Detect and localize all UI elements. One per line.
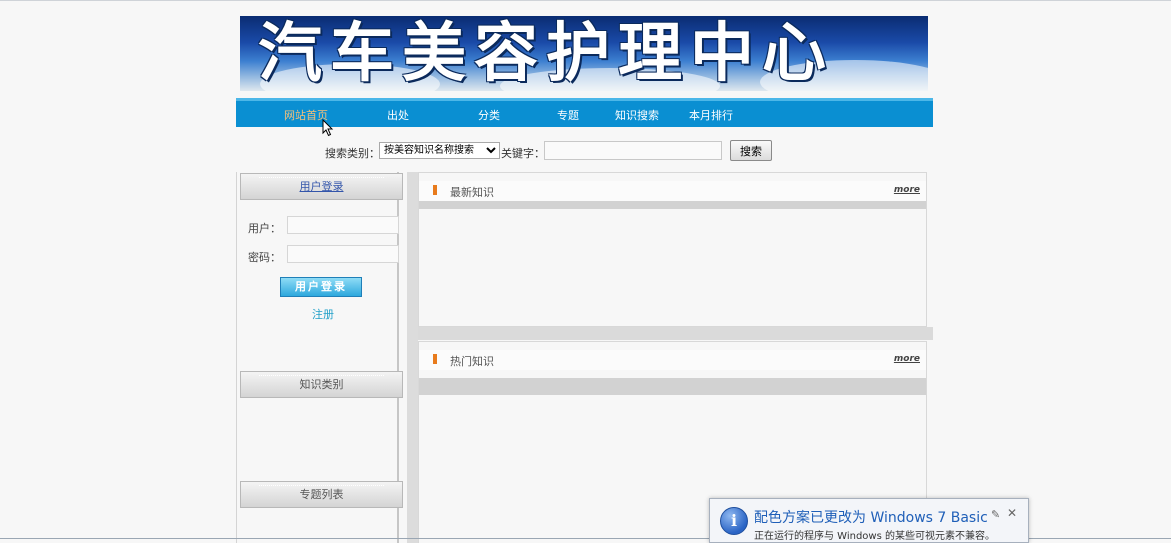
windows-notification[interactable]: i 配色方案已更改为 Windows 7 Basic 正在运行的程序与 Wind… <box>709 498 1029 543</box>
info-icon: i <box>720 507 748 535</box>
keyword-input[interactable] <box>544 141 722 160</box>
header-decoration <box>259 177 384 181</box>
search-bar: 搜索类别： 按美容知识名称搜索 关键字： 搜索 <box>0 140 1171 162</box>
notification-title[interactable]: 配色方案已更改为 Windows 7 Basic <box>754 507 988 527</box>
accent-bar-icon <box>433 354 437 364</box>
site-banner: 汽车美容护理中心 <box>240 16 928 91</box>
hot-knowledge-title: 热门知识 <box>450 355 494 368</box>
nav-item-source[interactable]: 出处 <box>387 107 409 123</box>
username-label: 用户： <box>248 222 281 235</box>
hot-knowledge-header: 热门知识 more <box>419 350 926 370</box>
accent-bar-icon <box>433 185 437 195</box>
topics-box-header: 专题列表 <box>240 481 403 508</box>
search-category-label: 搜索类别： <box>325 147 380 160</box>
header-decoration <box>259 375 384 379</box>
keyword-label: 关键字： <box>501 147 545 160</box>
hot-more-link[interactable]: more <box>894 354 920 364</box>
search-button[interactable]: 搜索 <box>730 140 772 161</box>
notification-message: 正在运行的程序与 Windows 的某些可视元素不兼容。 <box>754 531 995 542</box>
main-nav: 网站首页 出处 分类 专题 知识搜索 本月排行 <box>236 98 933 127</box>
topics-box-title: 专题列表 <box>299 488 344 501</box>
header-decoration <box>259 485 384 489</box>
nav-item-topic[interactable]: 专题 <box>557 107 579 123</box>
password-input[interactable] <box>287 245 399 263</box>
pin-icon[interactable]: ✎ <box>991 508 1000 521</box>
password-label: 密码： <box>248 251 281 264</box>
panel-divider <box>419 201 926 209</box>
login-box-header: 用户登录 <box>240 173 403 200</box>
categories-box-header: 知识类别 <box>240 371 403 398</box>
nav-item-category[interactable]: 分类 <box>478 107 500 123</box>
login-box-title[interactable]: 用户登录 <box>300 180 344 193</box>
banner-title: 汽车美容护理中心 <box>258 16 834 91</box>
register-link[interactable]: 注册 <box>312 306 334 322</box>
username-input[interactable] <box>287 216 399 234</box>
window-top-border <box>0 0 1171 1</box>
nav-item-monthly-ranking[interactable]: 本月排行 <box>689 107 733 123</box>
latest-knowledge-title: 最新知识 <box>450 186 494 199</box>
close-icon[interactable]: ✕ <box>1007 506 1017 520</box>
latest-knowledge-header: 最新知识 more <box>419 181 926 201</box>
login-button[interactable]: 用户登录 <box>280 277 362 297</box>
search-category-select[interactable]: 按美容知识名称搜索 <box>379 142 500 159</box>
latest-more-link[interactable]: more <box>894 185 920 195</box>
panel-divider <box>419 378 926 395</box>
categories-box-title: 知识类别 <box>299 378 344 391</box>
nav-item-knowledge-search[interactable]: 知识搜索 <box>615 107 659 123</box>
section-divider <box>418 327 933 340</box>
column-gutter <box>407 172 418 543</box>
latest-knowledge-panel: 最新知识 more <box>418 172 927 327</box>
